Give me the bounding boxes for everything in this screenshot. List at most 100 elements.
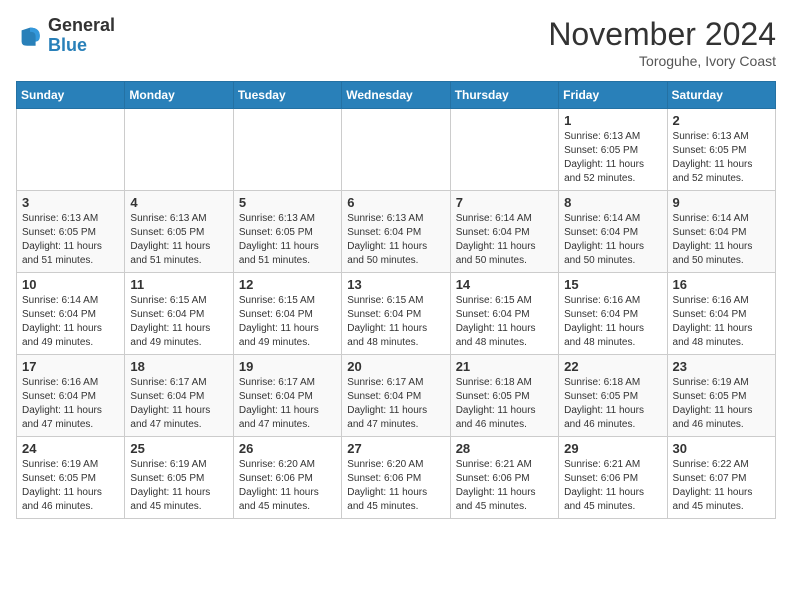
week-row-1: 3 Sunrise: 6:13 AM Sunset: 6:05 PM Daylig… [17,191,776,273]
calendar-cell: 13 Sunrise: 6:15 AM Sunset: 6:04 PM Dayli… [342,273,450,355]
day-info: Sunrise: 6:14 AM Sunset: 6:04 PM Dayligh… [22,294,119,350]
day-number: 24 [22,441,119,456]
week-row-3: 17 Sunrise: 6:16 AM Sunset: 6:04 PM Dayli… [17,355,776,437]
day-info: Sunrise: 6:13 AM Sunset: 6:05 PM Dayligh… [22,212,119,268]
day-info: Sunrise: 6:13 AM Sunset: 6:05 PM Dayligh… [673,130,770,186]
calendar-cell: 10 Sunrise: 6:14 AM Sunset: 6:04 PM Dayli… [17,273,125,355]
day-number: 8 [564,195,661,210]
title-block: November 2024 Toroguhe, Ivory Coast [548,16,776,69]
day-number: 26 [239,441,336,456]
calendar-cell [17,109,125,191]
day-number: 29 [564,441,661,456]
day-info: Sunrise: 6:21 AM Sunset: 6:06 PM Dayligh… [564,458,661,514]
day-number: 23 [673,359,770,374]
day-number: 12 [239,277,336,292]
day-number: 14 [456,277,553,292]
day-number: 28 [456,441,553,456]
day-number: 19 [239,359,336,374]
day-info: Sunrise: 6:21 AM Sunset: 6:06 PM Dayligh… [456,458,553,514]
calendar-header: SundayMondayTuesdayWednesdayThursdayFrid… [17,82,776,109]
day-number: 7 [456,195,553,210]
calendar-cell: 22 Sunrise: 6:18 AM Sunset: 6:05 PM Dayli… [559,355,667,437]
day-info: Sunrise: 6:20 AM Sunset: 6:06 PM Dayligh… [239,458,336,514]
calendar-cell: 26 Sunrise: 6:20 AM Sunset: 6:06 PM Dayli… [233,437,341,519]
day-number: 9 [673,195,770,210]
day-info: Sunrise: 6:15 AM Sunset: 6:04 PM Dayligh… [456,294,553,350]
day-number: 21 [456,359,553,374]
day-number: 17 [22,359,119,374]
calendar-cell: 6 Sunrise: 6:13 AM Sunset: 6:04 PM Daylig… [342,191,450,273]
calendar-cell: 17 Sunrise: 6:16 AM Sunset: 6:04 PM Dayli… [17,355,125,437]
calendar-cell: 27Sunrise: 6:20 AM Sunset: 6:06 PM Dayli… [342,437,450,519]
calendar-cell: 3 Sunrise: 6:13 AM Sunset: 6:05 PM Daylig… [17,191,125,273]
calendar-cell: 2 Sunrise: 6:13 AM Sunset: 6:05 PM Daylig… [667,109,775,191]
calendar-cell [342,109,450,191]
calendar-cell [233,109,341,191]
calendar-body: 1 Sunrise: 6:13 AM Sunset: 6:05 PM Daylig… [17,109,776,519]
day-number: 22 [564,359,661,374]
day-number: 18 [130,359,227,374]
calendar-cell: 25Sunrise: 6:19 AM Sunset: 6:05 PM Dayli… [125,437,233,519]
day-info: Sunrise: 6:13 AM Sunset: 6:05 PM Dayligh… [130,212,227,268]
location-subtitle: Toroguhe, Ivory Coast [548,53,776,69]
weekday-saturday: Saturday [667,82,775,109]
day-info: Sunrise: 6:14 AM Sunset: 6:04 PM Dayligh… [564,212,661,268]
day-info: Sunrise: 6:13 AM Sunset: 6:05 PM Dayligh… [564,130,661,186]
weekday-friday: Friday [559,82,667,109]
calendar-cell: 30Sunrise: 6:22 AM Sunset: 6:07 PM Dayli… [667,437,775,519]
week-row-2: 10 Sunrise: 6:14 AM Sunset: 6:04 PM Dayli… [17,273,776,355]
day-info: Sunrise: 6:17 AM Sunset: 6:04 PM Dayligh… [130,376,227,432]
day-number: 13 [347,277,444,292]
week-row-4: 24 Sunrise: 6:19 AM Sunset: 6:05 PM Dayli… [17,437,776,519]
calendar-cell: 24Sunrise: 6:19 AM Sunset: 6:05 PM Dayli… [17,437,125,519]
day-number: 2 [673,113,770,128]
day-info: Sunrise: 6:18 AM Sunset: 6:05 PM Dayligh… [564,376,661,432]
day-info: Sunrise: 6:13 AM Sunset: 6:05 PM Dayligh… [239,212,336,268]
day-info: Sunrise: 6:16 AM Sunset: 6:04 PM Dayligh… [564,294,661,350]
calendar-cell: 5 Sunrise: 6:13 AM Sunset: 6:05 PM Daylig… [233,191,341,273]
day-info: Sunrise: 6:19 AM Sunset: 6:05 PM Dayligh… [673,376,770,432]
day-number: 6 [347,195,444,210]
week-row-0: 1 Sunrise: 6:13 AM Sunset: 6:05 PM Daylig… [17,109,776,191]
calendar-cell: 21 Sunrise: 6:18 AM Sunset: 6:05 PM Dayli… [450,355,558,437]
month-title: November 2024 [548,16,776,53]
weekday-tuesday: Tuesday [233,82,341,109]
day-info: Sunrise: 6:19 AM Sunset: 6:05 PM Dayligh… [130,458,227,514]
calendar-cell: 18 Sunrise: 6:17 AM Sunset: 6:04 PM Dayli… [125,355,233,437]
day-info: Sunrise: 6:15 AM Sunset: 6:04 PM Dayligh… [130,294,227,350]
day-number: 27 [347,441,444,456]
day-number: 1 [564,113,661,128]
day-info: Sunrise: 6:17 AM Sunset: 6:04 PM Dayligh… [347,376,444,432]
day-info: Sunrise: 6:18 AM Sunset: 6:05 PM Dayligh… [456,376,553,432]
calendar-cell: 11Sunrise: 6:15 AM Sunset: 6:04 PM Dayli… [125,273,233,355]
logo-icon [16,22,44,50]
calendar-cell: 15 Sunrise: 6:16 AM Sunset: 6:04 PM Dayli… [559,273,667,355]
calendar-table: SundayMondayTuesdayWednesdayThursdayFrid… [16,81,776,519]
day-number: 10 [22,277,119,292]
day-info: Sunrise: 6:16 AM Sunset: 6:04 PM Dayligh… [673,294,770,350]
calendar-cell: 9Sunrise: 6:14 AM Sunset: 6:04 PM Daylig… [667,191,775,273]
weekday-sunday: Sunday [17,82,125,109]
day-number: 20 [347,359,444,374]
calendar-cell: 29 Sunrise: 6:21 AM Sunset: 6:06 PM Dayli… [559,437,667,519]
calendar-cell: 16Sunrise: 6:16 AM Sunset: 6:04 PM Dayli… [667,273,775,355]
day-info: Sunrise: 6:17 AM Sunset: 6:04 PM Dayligh… [239,376,336,432]
logo-blue-text: Blue [48,35,87,55]
calendar-cell: 20 Sunrise: 6:17 AM Sunset: 6:04 PM Dayli… [342,355,450,437]
calendar-cell: 12 Sunrise: 6:15 AM Sunset: 6:04 PM Dayli… [233,273,341,355]
calendar-cell: 19 Sunrise: 6:17 AM Sunset: 6:04 PM Dayli… [233,355,341,437]
day-info: Sunrise: 6:13 AM Sunset: 6:04 PM Dayligh… [347,212,444,268]
day-info: Sunrise: 6:16 AM Sunset: 6:04 PM Dayligh… [22,376,119,432]
day-info: Sunrise: 6:15 AM Sunset: 6:04 PM Dayligh… [347,294,444,350]
day-number: 15 [564,277,661,292]
day-number: 30 [673,441,770,456]
logo-general-text: General [48,15,115,35]
weekday-thursday: Thursday [450,82,558,109]
day-number: 3 [22,195,119,210]
day-info: Sunrise: 6:15 AM Sunset: 6:04 PM Dayligh… [239,294,336,350]
page-header: General Blue November 2024 Toroguhe, Ivo… [16,16,776,69]
calendar-cell [125,109,233,191]
day-number: 5 [239,195,336,210]
calendar-cell: 8 Sunrise: 6:14 AM Sunset: 6:04 PM Daylig… [559,191,667,273]
weekday-wednesday: Wednesday [342,82,450,109]
